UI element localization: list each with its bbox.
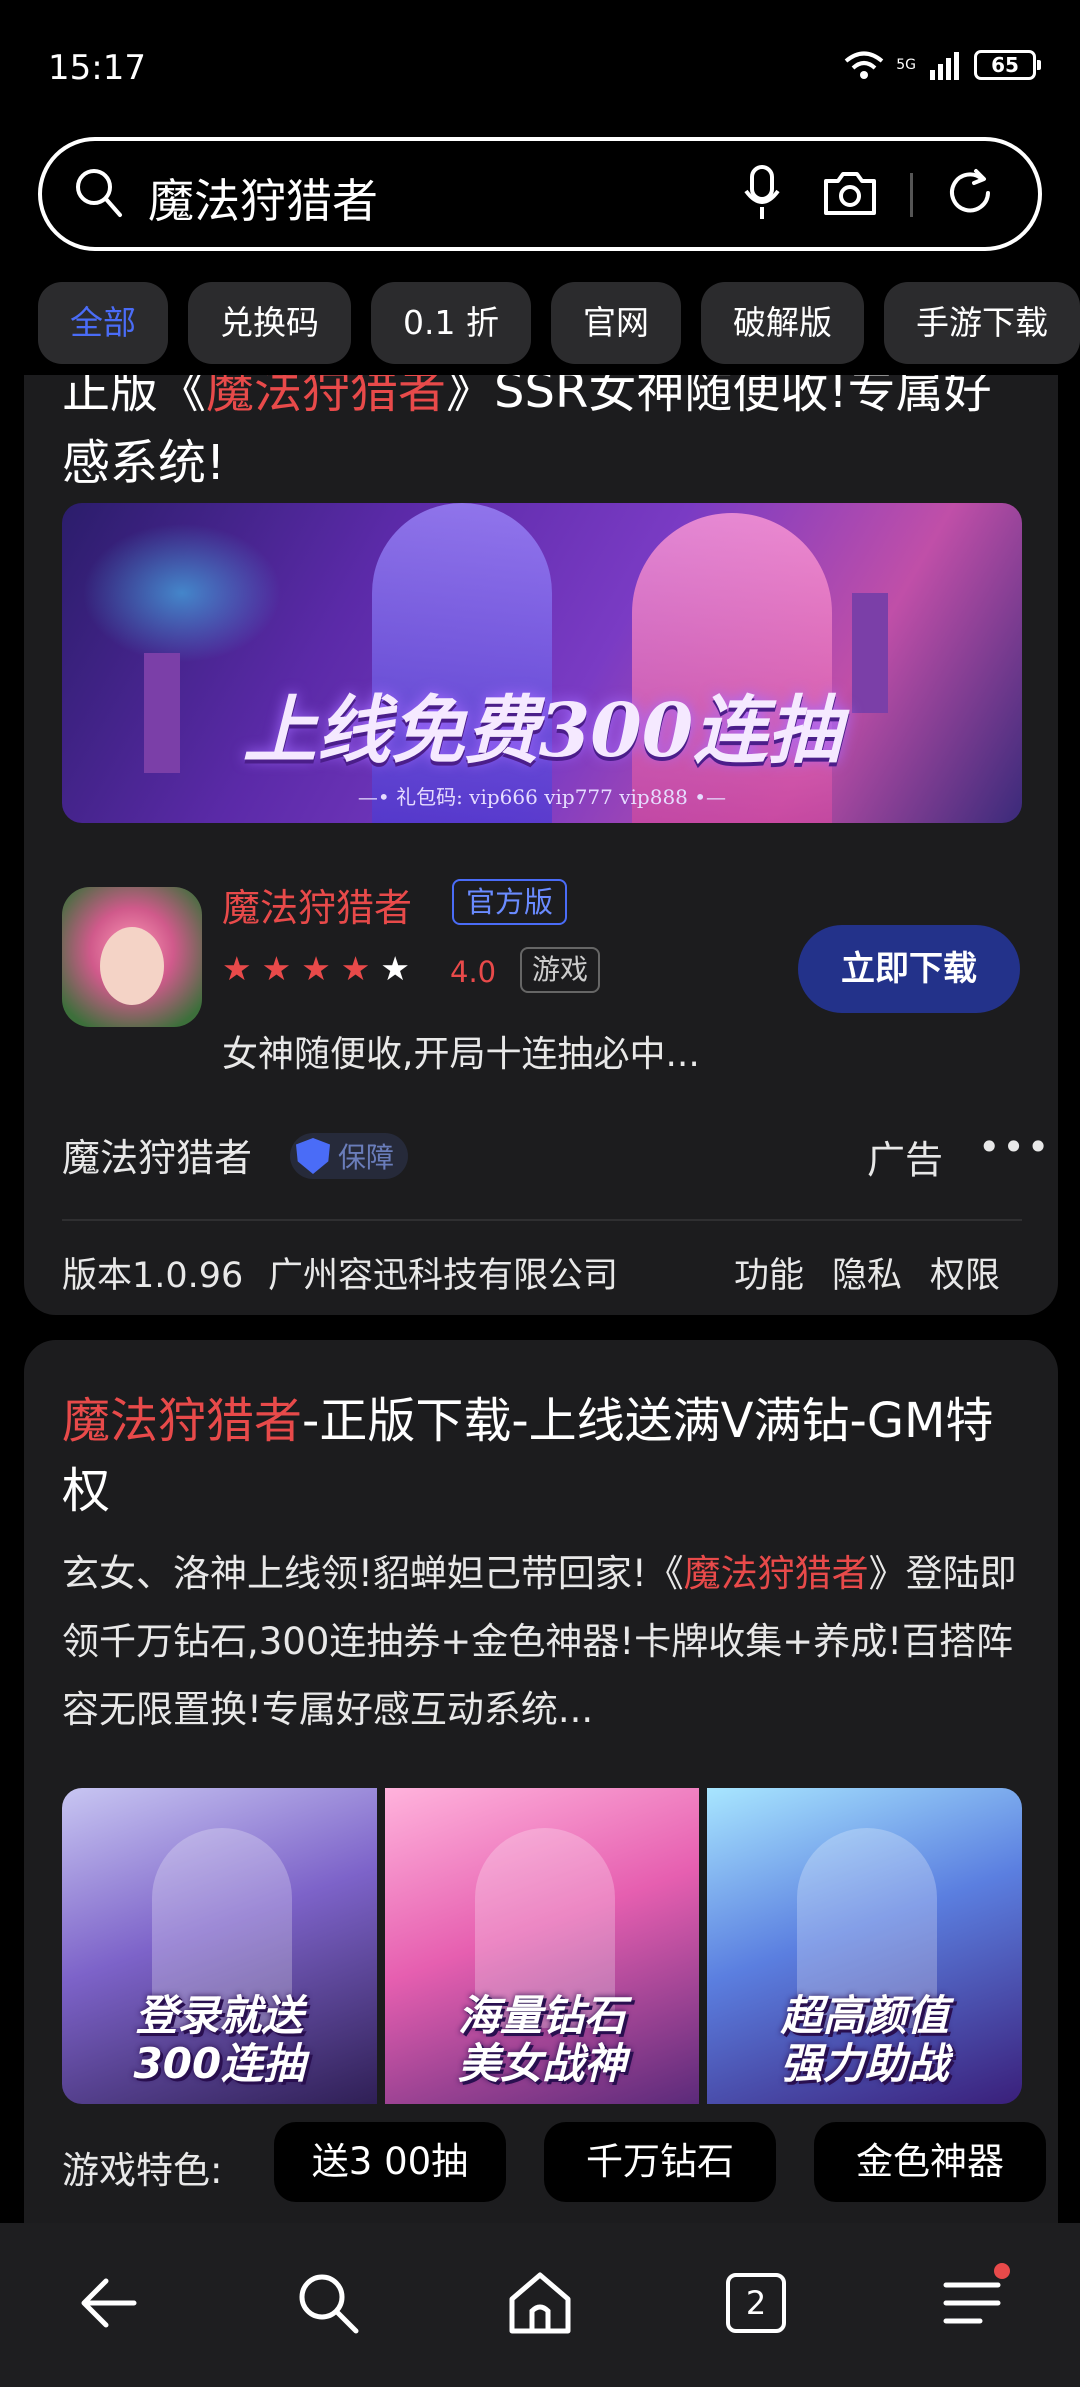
official-badge: 官方版 bbox=[452, 879, 568, 925]
banner-headline: 上线免费300连抽 bbox=[242, 688, 842, 774]
result-description: 玄女、洛神上线领!貂蝉妲己带回家!《魔法狩猎者》登陆即领千万钻石,300连抽券+… bbox=[62, 1540, 1022, 1744]
filter-chip-discount[interactable]: 0.1 折 bbox=[371, 282, 531, 364]
banner-glow bbox=[82, 523, 282, 663]
result-desc-part1: 玄女、洛神上线领!貂蝉妲己带回家!《 bbox=[62, 1552, 684, 1595]
thumbnail-caption-line1: 登录就送 bbox=[135, 1991, 304, 2040]
bottom-nav: 2 bbox=[0, 2223, 1080, 2387]
wifi-icon bbox=[844, 51, 884, 79]
thumbnail-caption: 登录就送 300连抽 bbox=[62, 1992, 377, 2088]
menu-icon bbox=[943, 2282, 1001, 2324]
tabs-button[interactable]: 2 bbox=[716, 2263, 796, 2343]
search-bar[interactable]: 魔法狩猎者 bbox=[38, 137, 1042, 251]
network-type: 5G bbox=[896, 57, 916, 73]
thumbnail-image[interactable]: 海量钻石 美女战神 bbox=[384, 1788, 700, 2104]
thumbnail-image[interactable]: 登录就送 300连抽 bbox=[62, 1788, 377, 2104]
thumbnail-caption: 超高颜值 强力助战 bbox=[707, 1992, 1022, 2088]
source-name[interactable]: 魔法狩猎者 bbox=[62, 1127, 252, 1182]
search-icon bbox=[299, 2274, 359, 2334]
star-icon: ★ bbox=[301, 949, 331, 988]
signal-icon bbox=[930, 52, 959, 80]
status-icons: 5G 65 bbox=[844, 50, 1041, 80]
thumbnail-caption-line1: 超高颜值 bbox=[780, 1991, 949, 2040]
app-name[interactable]: 魔法狩猎者 bbox=[222, 877, 412, 932]
battery-indicator: 65 bbox=[974, 50, 1041, 80]
tab-count: 2 bbox=[726, 2273, 786, 2333]
star-icon: ★ bbox=[261, 949, 292, 988]
notification-dot bbox=[994, 2263, 1010, 2279]
thumbnail-caption-line2: 美女战神 bbox=[458, 2039, 627, 2088]
rating-value: 4.0 bbox=[450, 955, 497, 989]
download-button[interactable]: 立即下载 bbox=[798, 925, 1020, 1013]
filter-chip-cracked[interactable]: 破解版 bbox=[700, 282, 864, 364]
filter-chip-mobile-download[interactable]: 手游下载 bbox=[883, 282, 1080, 364]
status-time: 15:17 bbox=[48, 48, 146, 88]
search-icon bbox=[76, 169, 122, 217]
status-bar: 15:17 5G 65 bbox=[0, 0, 1080, 130]
star-icon: ★ bbox=[380, 949, 410, 988]
ad-title-highlight: 魔法狩猎者 bbox=[206, 375, 447, 419]
permissions-link[interactable]: 权限 bbox=[930, 1247, 1000, 1298]
results-feed: 正版《魔法狩猎者》SSR女神随便收!专属好感系统! 上线免费300连抽 —• 礼… bbox=[0, 375, 1080, 2223]
guarantee-badge[interactable]: 保障 bbox=[290, 1133, 409, 1179]
features-link[interactable]: 功能 bbox=[734, 1247, 804, 1298]
feature-chip[interactable]: 送3 00抽 bbox=[274, 2122, 506, 2202]
thumbnail-caption-line2: 强力助战 bbox=[780, 2039, 949, 2088]
thumbnail-strip: 登录就送 300连抽 海量钻石 美女战神 超高颜值 强力助战 bbox=[62, 1788, 1022, 2104]
thumbnail-caption-line2: 300连抽 bbox=[133, 2039, 306, 2088]
search-divider bbox=[910, 173, 913, 217]
privacy-link[interactable]: 隐私 bbox=[832, 1247, 902, 1298]
search-input[interactable]: 魔法狩猎者 bbox=[148, 165, 378, 231]
app-version: 版本1.0.96 bbox=[62, 1256, 244, 1296]
feature-label: 游戏特色: bbox=[62, 2149, 223, 2192]
promo-banner[interactable]: 上线免费300连抽 —• 礼包码: vip666 vip777 vip888 •… bbox=[62, 503, 1022, 823]
thumbnail-image[interactable]: 超高颜值 强力助战 bbox=[707, 1788, 1022, 2104]
star-icon: ★ bbox=[340, 949, 371, 988]
app-icon-character bbox=[100, 927, 164, 1005]
feature-chip[interactable]: 金色神器 bbox=[814, 2122, 1046, 2202]
shield-icon bbox=[296, 1138, 330, 1174]
thumbnail-caption: 海量钻石 美女战神 bbox=[385, 1992, 700, 2088]
result-title[interactable]: 魔法狩猎者-正版下载-上线送满V满钻-GM特权 bbox=[62, 1386, 1022, 1526]
filter-chip-redeem-code[interactable]: 兑换码 bbox=[188, 282, 351, 364]
result-card[interactable]: 魔法狩猎者-正版下载-上线送满V满钻-GM特权 玄女、洛神上线领!貂蝉妲己带回家… bbox=[24, 1340, 1058, 2223]
filter-chips: 全部 兑换码 0.1 折 官网 破解版 手游下载 bbox=[38, 282, 1080, 364]
refresh-icon[interactable] bbox=[942, 165, 998, 221]
banner-subtitle: —• 礼包码: vip666 vip777 vip888 •— bbox=[357, 785, 727, 809]
filter-chip-all[interactable]: 全部 bbox=[38, 282, 168, 364]
star-icon: ★ bbox=[222, 949, 252, 988]
rating-stars: ★ ★ ★ ★ ★ bbox=[222, 949, 410, 989]
type-badge: 游戏 bbox=[520, 947, 601, 993]
home-button[interactable] bbox=[500, 2263, 580, 2343]
guarantee-label: 保障 bbox=[338, 1141, 395, 1174]
ad-title[interactable]: 正版《魔法狩猎者》SSR女神随便收!专属好感系统! bbox=[62, 375, 1022, 499]
filter-chip-official-site[interactable]: 官网 bbox=[550, 282, 681, 364]
app-description: 女神随便收,开局十连抽必中... bbox=[222, 1034, 700, 1075]
ad-card[interactable]: 正版《魔法狩猎者》SSR女神随便收!专属好感系统! 上线免费300连抽 —• 礼… bbox=[24, 375, 1058, 1315]
home-icon bbox=[509, 2272, 571, 2334]
developer-name: 广州容迅科技有限公司 bbox=[268, 1256, 619, 1296]
result-desc-highlight: 魔法狩猎者 bbox=[683, 1552, 869, 1595]
more-options-icon[interactable]: ••• bbox=[978, 1125, 1051, 1169]
back-arrow-icon bbox=[81, 2278, 137, 2328]
microphone-icon[interactable] bbox=[742, 163, 782, 223]
menu-button[interactable] bbox=[932, 2263, 1012, 2343]
feature-chip[interactable]: 千万钻石 bbox=[544, 2122, 776, 2202]
result-title-highlight: 魔法狩猎者 bbox=[62, 1393, 303, 1449]
card-divider bbox=[62, 1219, 1022, 1221]
thumbnail-caption-line1: 海量钻石 bbox=[458, 1991, 627, 2040]
ad-label: 广告 bbox=[867, 1138, 944, 1182]
back-button[interactable] bbox=[68, 2263, 148, 2343]
ad-title-prefix: 正版《 bbox=[62, 375, 207, 419]
app-icon[interactable] bbox=[62, 887, 202, 1027]
camera-icon[interactable] bbox=[822, 165, 878, 221]
search-nav-button[interactable] bbox=[288, 2263, 368, 2343]
